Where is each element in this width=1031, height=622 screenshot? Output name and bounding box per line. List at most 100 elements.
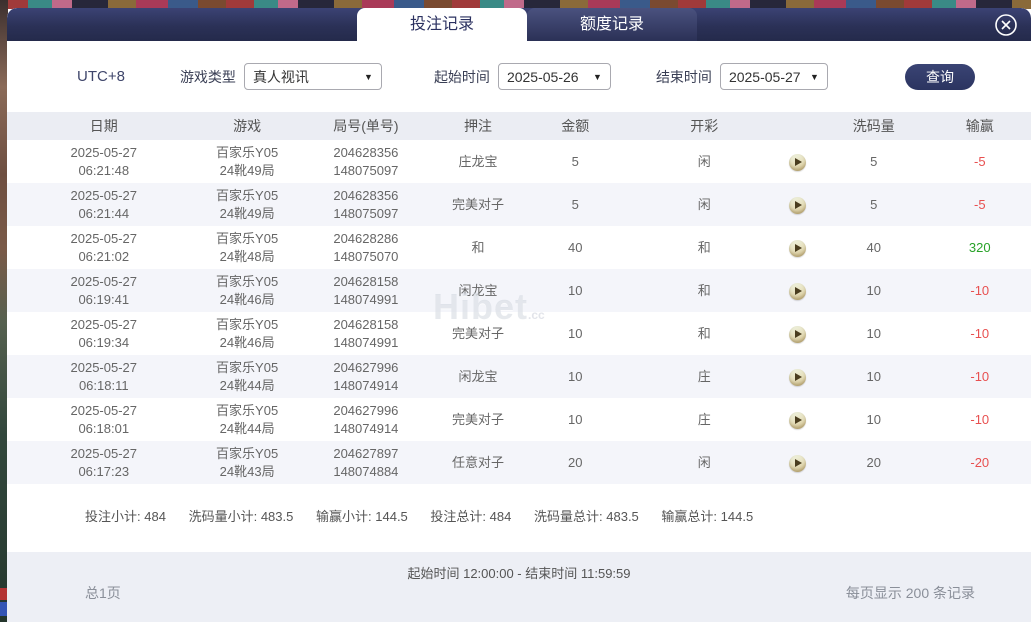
replay-play-icon[interactable] (788, 368, 806, 386)
start-time-label: 起始时间 (433, 68, 490, 85)
time-value: 06:18:01 (78, 420, 130, 436)
round-number-cell: 204627897 148074884 (294, 441, 438, 484)
amount-cell: 20 (568, 454, 583, 470)
winloss-value: 320 (968, 239, 991, 255)
bet-type-cell: 闲龙宝 (458, 368, 498, 384)
records-table: 日期 游戏 局号(单号) 押注 金额 开彩 洗码量 输赢 2025-05-27 … (7, 112, 1031, 484)
replay-cell (776, 441, 819, 484)
date-cell: 2025-05-27 06:21:48 (7, 140, 201, 183)
summary-value: 144.5 (375, 509, 408, 524)
summary-value: 484 (144, 509, 166, 524)
rolling-cell: 10 (866, 282, 881, 298)
game-type-value: 真人视讯 (252, 68, 309, 85)
replay-cell (776, 398, 819, 441)
amount-cell: 10 (568, 282, 583, 298)
result-cell: 庄 (697, 411, 711, 427)
end-date-value: 2025-05-27 (728, 68, 801, 85)
date-cell: 2025-05-27 06:17:23 (7, 441, 201, 484)
round-number-cell: 204627996 148074914 (294, 398, 438, 441)
bet-type-cell: 和 (471, 239, 485, 255)
order-number: 148074991 (333, 334, 399, 350)
replay-play-icon[interactable] (788, 411, 806, 429)
game-name: 百家乐Y05 (216, 273, 279, 289)
game-cell: 百家乐Y05 24靴49局 (201, 140, 294, 183)
round-number-cell: 204628286 148075070 (294, 226, 438, 269)
time-value: 06:19:41 (78, 291, 130, 307)
round-number-cell: 204628158 148074991 (294, 269, 438, 312)
per-page-label: 每页显示 200 条记录 (845, 585, 975, 601)
summary-value: 144.5 (720, 509, 754, 524)
amount-cell: 10 (568, 325, 583, 341)
replay-play-icon[interactable] (788, 282, 806, 300)
replay-play-icon[interactable] (788, 153, 806, 171)
game-name: 百家乐Y05 (216, 359, 279, 375)
bet-type-cell: 庄龙宝 (458, 153, 498, 169)
summary-label: 输赢总计: (661, 509, 718, 524)
summary-label: 输赢小计: (316, 509, 372, 524)
order-number: 148075097 (333, 162, 399, 178)
date-cell: 2025-05-27 06:21:02 (7, 226, 201, 269)
header-date: 日期 (7, 112, 201, 140)
summary-item: 洗码量总计: 483.5 (534, 509, 642, 524)
game-name: 百家乐Y05 (216, 402, 279, 418)
date-value: 2025-05-27 (70, 273, 138, 289)
tab-quota-records[interactable]: 额度记录 (527, 8, 697, 41)
game-name: 百家乐Y05 (216, 187, 279, 203)
header-winloss: 输赢 (928, 112, 1031, 140)
modal-titlebar: 投注记录 额度记录 (7, 8, 1031, 41)
search-button[interactable]: 查询 (905, 63, 975, 90)
rolling-cell: 20 (866, 454, 881, 470)
game-cell: 百家乐Y05 24靴49局 (201, 183, 294, 226)
winloss-value: -5 (973, 153, 986, 169)
order-number: 148074914 (333, 377, 399, 393)
bet-number: 204627996 (333, 359, 399, 375)
timezone-label: UTC+8 (77, 68, 125, 85)
summary-value: 483.5 (260, 509, 294, 524)
table-row: 2025-05-27 06:19:34 百家乐Y05 24靴46局 204628… (7, 312, 1031, 355)
amount-cell: 5 (571, 196, 579, 212)
summary-item: 洗码量小计: 483.5 (189, 509, 297, 524)
result-cell: 和 (697, 325, 711, 341)
summary-value: 484 (489, 509, 512, 524)
header-game: 游戏 (200, 112, 294, 140)
start-date-select[interactable]: 2025-05-26 ▼ (497, 63, 611, 90)
game-cell: 百家乐Y05 24靴46局 (201, 312, 294, 355)
summary-item: 输赢小计: 144.5 (316, 509, 411, 524)
order-number: 148074884 (333, 463, 399, 479)
order-number: 148075097 (333, 205, 399, 221)
game-name: 百家乐Y05 (216, 230, 279, 246)
winloss-value: -10 (970, 282, 990, 298)
table-row: 2025-05-27 06:18:01 百家乐Y05 24靴44局 204627… (7, 398, 1031, 441)
time-value: 06:17:23 (78, 463, 130, 479)
time-value: 06:21:44 (78, 205, 130, 221)
table-row: 2025-05-27 06:21:44 百家乐Y05 24靴49局 204628… (7, 183, 1031, 226)
replay-play-icon[interactable] (788, 196, 806, 214)
replay-play-icon[interactable] (788, 454, 806, 472)
round-label: 24靴49局 (219, 162, 275, 178)
summary-label: 洗码量小计: (188, 509, 258, 524)
end-date-select[interactable]: 2025-05-27 ▼ (719, 63, 828, 90)
table-header-row: 日期 游戏 局号(单号) 押注 金额 开彩 洗码量 输赢 (7, 112, 1031, 140)
rolling-cell: 10 (866, 325, 881, 341)
rolling-cell: 5 (870, 153, 878, 169)
result-cell: 闲 (697, 153, 711, 169)
tab-bar: 投注记录 额度记录 (357, 8, 697, 41)
chevron-down-icon: ▼ (364, 71, 373, 82)
header-amount: 金额 (517, 112, 633, 140)
time-value: 06:21:02 (78, 248, 130, 264)
header-round: 局号(单号) (293, 112, 439, 140)
table-row: 2025-05-27 06:21:48 百家乐Y05 24靴49局 204628… (7, 140, 1031, 183)
summary-totals: 投注小计: 484 洗码量小计: 483.5 输赢小计: 144.5 投注总计:… (7, 484, 1031, 525)
replay-play-icon[interactable] (788, 325, 806, 343)
game-type-select[interactable]: 真人视讯 ▼ (243, 63, 382, 90)
rolling-cell: 5 (870, 196, 878, 212)
tab-betting-records[interactable]: 投注记录 (357, 8, 527, 41)
close-icon[interactable] (994, 13, 1018, 37)
game-cell: 百家乐Y05 24靴44局 (201, 355, 294, 398)
table-row: 2025-05-27 06:19:41 百家乐Y05 24靴46局 204628… (7, 269, 1031, 312)
header-rolling: 洗码量 (818, 112, 929, 140)
result-cell: 庄 (697, 368, 711, 384)
amount-cell: 10 (568, 368, 583, 384)
replay-play-icon[interactable] (788, 239, 806, 257)
bet-number: 204628356 (333, 187, 399, 203)
